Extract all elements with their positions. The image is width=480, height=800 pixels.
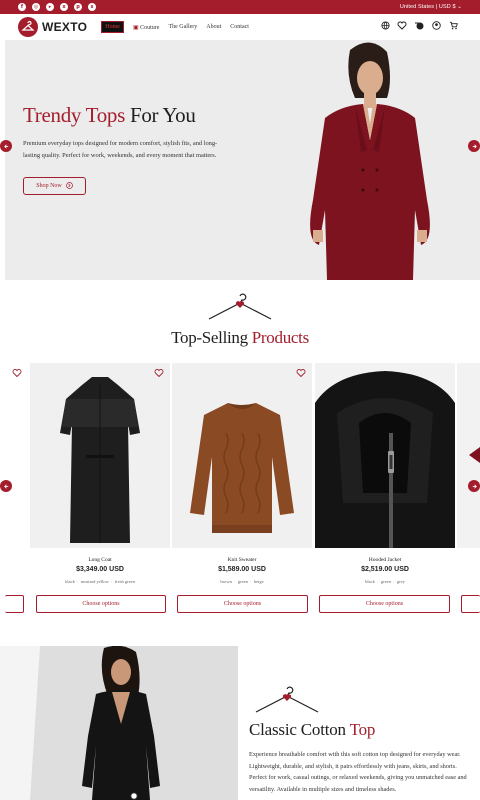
product-name[interactable]: Long Coat bbox=[30, 557, 170, 563]
color-swatch-label[interactable]: brown bbox=[220, 579, 232, 584]
arrow-right-circle-icon bbox=[65, 181, 73, 191]
hero-banner: Trendy Tops For You Premium everyday top… bbox=[5, 40, 480, 280]
long-coat-image bbox=[30, 363, 170, 548]
account-icon[interactable] bbox=[431, 20, 441, 30]
cart-icon[interactable] bbox=[448, 20, 458, 30]
next-card-image bbox=[469, 447, 480, 463]
header-icons bbox=[380, 20, 458, 30]
logo[interactable]: WEXTO bbox=[18, 17, 87, 37]
black-dress-model-image bbox=[0, 646, 238, 800]
hero-title-rest: For You bbox=[125, 103, 196, 127]
hero-title: Trendy Tops For You bbox=[23, 103, 196, 128]
products-title-accent: Products bbox=[251, 328, 309, 347]
shop-now-label: Shop Now bbox=[36, 183, 62, 189]
arrow-left-icon bbox=[3, 143, 8, 149]
nav-couture-label: Couture bbox=[140, 24, 160, 31]
youtube-icon[interactable]: ▸ bbox=[46, 3, 54, 11]
logo-text: WEXTO bbox=[42, 20, 88, 34]
hooded-jacket-image bbox=[315, 363, 455, 548]
page: f ◎ ▸ x p s United States | USD $ ⌄ WEXT… bbox=[0, 0, 480, 800]
hero-title-accent: Trendy Tops bbox=[23, 103, 126, 127]
x-icon[interactable]: x bbox=[60, 3, 68, 11]
carousel-next-arrow[interactable] bbox=[468, 480, 480, 492]
region-label: United States | USD $ bbox=[399, 4, 456, 10]
hero-model-image bbox=[295, 40, 445, 280]
product-price: $3,349.00 USD bbox=[76, 566, 124, 573]
wishlist-icon[interactable] bbox=[397, 20, 407, 30]
color-swatch-label[interactable]: mustard yellow bbox=[81, 579, 109, 584]
color-swatch-label[interactable]: green bbox=[381, 579, 391, 584]
product-colors: black · green · grey bbox=[365, 579, 405, 584]
color-swatch-label[interactable]: fresh green bbox=[115, 579, 135, 584]
color-swatch-label[interactable]: black bbox=[65, 579, 75, 584]
knit-sweater-image bbox=[172, 363, 312, 548]
product-price: $2,519.00 USD bbox=[361, 566, 409, 573]
choose-options-button[interactable]: Choose options bbox=[319, 595, 450, 613]
nav-contact[interactable]: Contact bbox=[230, 24, 249, 30]
chevron-down-icon: ⌄ bbox=[457, 4, 462, 10]
product-image-knit-sweater[interactable] bbox=[172, 363, 312, 548]
product-name[interactable]: Hooded Jacket bbox=[315, 557, 455, 563]
choose-options-button[interactable] bbox=[461, 595, 480, 613]
feature-title-accent: Top bbox=[349, 720, 376, 739]
hanger-icon bbox=[255, 686, 319, 713]
next-card-peek bbox=[457, 363, 480, 548]
product-price: $1,589.00 USD bbox=[218, 566, 266, 573]
wishlist-icon[interactable] bbox=[154, 368, 164, 378]
products-title-dark: Top-Selling bbox=[171, 328, 252, 347]
hanger-logo-icon bbox=[18, 17, 38, 37]
pinterest-icon[interactable]: p bbox=[74, 3, 82, 11]
color-swatch-label[interactable]: green bbox=[238, 579, 248, 584]
product-name[interactable]: Knit Sweater bbox=[172, 557, 312, 563]
nav-couture[interactable]: ▣ Couture bbox=[133, 24, 160, 31]
wishlist-icon[interactable] bbox=[12, 368, 22, 378]
feature-description: Experience breathable comfort with this … bbox=[249, 751, 467, 793]
snapchat-icon[interactable]: s bbox=[88, 3, 96, 11]
nav-about[interactable]: About bbox=[206, 24, 221, 30]
hanger-icon bbox=[208, 293, 272, 320]
main-nav: Home ▣ Couture The Gallery About Contact bbox=[101, 21, 249, 33]
feature-image bbox=[0, 646, 238, 800]
feature-title-dark: Classic Cotton bbox=[249, 720, 350, 739]
color-swatch-label[interactable]: black bbox=[365, 579, 375, 584]
compare-icon[interactable] bbox=[414, 20, 424, 30]
shop-now-button[interactable]: Shop Now bbox=[23, 177, 86, 195]
facebook-icon[interactable]: f bbox=[18, 3, 26, 11]
product-colors: black · mustard yellow · fresh green bbox=[65, 579, 135, 584]
product-image-long-coat[interactable] bbox=[30, 363, 170, 548]
arrow-left-icon bbox=[3, 483, 8, 489]
color-swatch-label[interactable]: grey bbox=[397, 579, 405, 584]
region-selector[interactable]: United States | USD $ ⌄ bbox=[400, 4, 462, 10]
announcement-bar: f ◎ ▸ x p s United States | USD $ ⌄ bbox=[0, 0, 480, 14]
product-image-hooded-jacket[interactable] bbox=[315, 363, 455, 548]
globe-icon[interactable] bbox=[380, 20, 390, 30]
hero-prev-arrow[interactable] bbox=[0, 140, 12, 152]
social-links: f ◎ ▸ x p s bbox=[18, 3, 96, 11]
wishlist-icon[interactable] bbox=[296, 368, 306, 378]
hero-description: Premium everyday tops designed for moder… bbox=[23, 140, 218, 159]
feature-title: Classic Cotton Top bbox=[249, 720, 375, 740]
choose-options-button[interactable] bbox=[5, 595, 24, 613]
hero-next-arrow[interactable] bbox=[468, 140, 480, 152]
nav-gallery[interactable]: The Gallery bbox=[168, 24, 197, 30]
arrow-right-icon bbox=[472, 483, 477, 489]
site-header: WEXTO Home ▣ Couture The Gallery About C… bbox=[0, 14, 480, 40]
instagram-icon[interactable]: ◎ bbox=[32, 3, 40, 11]
products-section-title: Top-Selling Products bbox=[0, 328, 480, 348]
nav-home[interactable]: Home bbox=[101, 21, 124, 33]
gift-icon: ▣ bbox=[132, 24, 139, 31]
arrow-right-icon bbox=[472, 143, 477, 149]
color-swatch-label[interactable]: beige bbox=[254, 579, 264, 584]
product-colors: brown · green · beige bbox=[220, 579, 264, 584]
carousel-prev-arrow[interactable] bbox=[0, 480, 12, 492]
choose-options-button[interactable]: Choose options bbox=[36, 595, 166, 613]
choose-options-button[interactable]: Choose options bbox=[177, 595, 308, 613]
